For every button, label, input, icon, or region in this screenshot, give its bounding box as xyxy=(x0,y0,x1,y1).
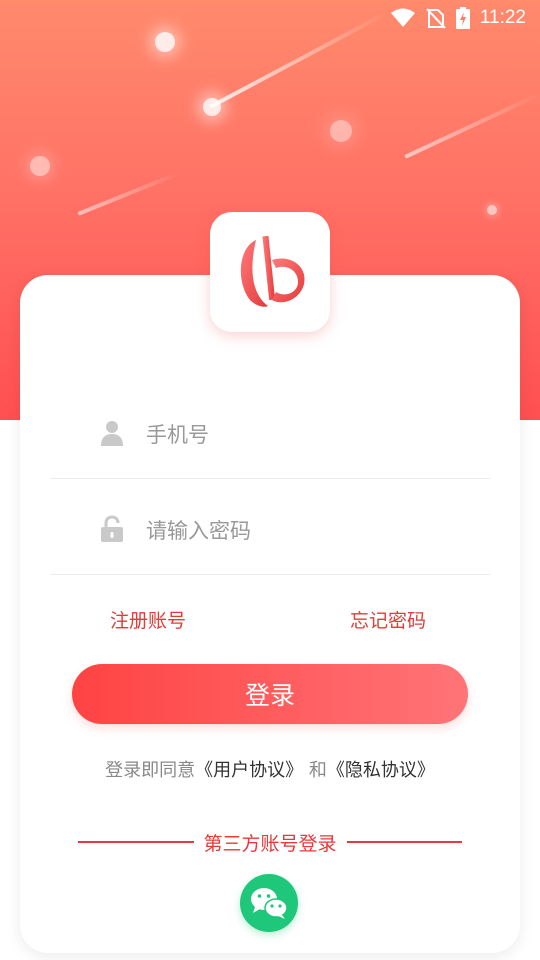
login-button[interactable]: 登录 xyxy=(72,664,468,724)
star-decoration xyxy=(487,205,497,215)
agreement-text: 登录即同意《用户协议》 和《隐私协议》 xyxy=(0,756,540,782)
phone-input[interactable] xyxy=(146,413,466,457)
divider-line-left xyxy=(78,841,194,843)
user-icon xyxy=(101,421,123,446)
wechat-login-button[interactable] xyxy=(240,874,298,932)
third-party-label: 第三方账号登录 xyxy=(203,832,337,855)
status-bar: 11:22 xyxy=(0,0,540,36)
agreement-prefix: 登录即同意 xyxy=(105,760,196,781)
phone-divider xyxy=(50,478,490,479)
meteor-decoration xyxy=(77,170,181,216)
password-input[interactable] xyxy=(146,509,466,553)
app-logo xyxy=(210,212,330,332)
third-party-divider: 第三方账号登录 xyxy=(78,828,463,856)
register-link[interactable]: 注册账号 xyxy=(110,606,186,633)
star-decoration xyxy=(330,120,352,142)
user-agreement-link[interactable]: 《用户协议》 xyxy=(195,760,303,781)
password-divider xyxy=(50,574,490,575)
agreement-conjunction: 和 xyxy=(308,760,327,781)
lock-icon xyxy=(101,515,123,542)
clock: 11:22 xyxy=(479,7,526,28)
wifi-icon xyxy=(390,8,415,27)
divider-line-right xyxy=(346,841,463,843)
battery-charging-icon xyxy=(455,7,470,29)
no-sim-icon xyxy=(426,8,446,29)
forgot-password-link[interactable]: 忘记密码 xyxy=(350,606,426,633)
privacy-policy-link[interactable]: 《隐私协议》 xyxy=(327,760,435,781)
wechat-icon xyxy=(251,888,288,919)
star-decoration xyxy=(30,156,50,176)
meteor-decoration xyxy=(404,91,540,159)
app-logo-icon xyxy=(240,235,305,307)
password-field xyxy=(50,501,490,561)
phone-field xyxy=(50,405,490,465)
